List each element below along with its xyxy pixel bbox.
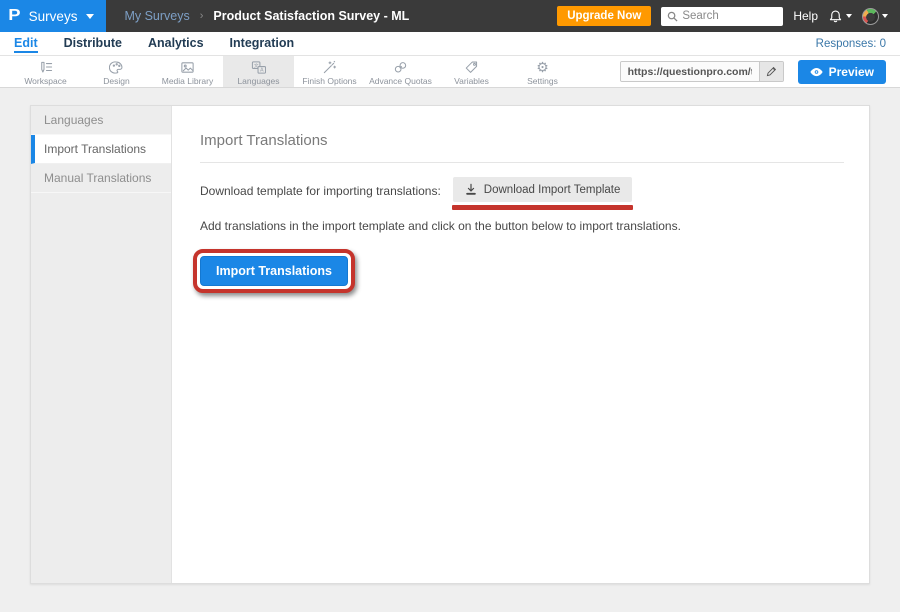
upgrade-now-button[interactable]: Upgrade Now <box>557 6 651 26</box>
pencil-icon <box>766 66 777 77</box>
svg-text:A: A <box>260 67 264 73</box>
sidebar-item-languages[interactable]: Languages <box>31 106 171 135</box>
breadcrumb-separator-icon: › <box>200 10 204 22</box>
media-library-icon <box>180 60 195 75</box>
languages-panel: Languages Import Translations Manual Tra… <box>30 105 870 584</box>
product-menu-label: Surveys <box>29 9 78 24</box>
breadcrumb-my-surveys[interactable]: My Surveys <box>124 9 189 23</box>
preview-button[interactable]: Preview <box>798 60 886 84</box>
annotation-underline <box>452 205 634 210</box>
search-icon <box>667 11 678 22</box>
tab-integration[interactable]: Integration <box>230 34 295 53</box>
bell-icon <box>828 9 843 24</box>
finish-options-icon <box>322 60 337 75</box>
download-import-template-button[interactable]: Download Import Template <box>453 177 633 202</box>
divider <box>200 162 844 163</box>
avatar <box>862 8 879 25</box>
toolbar-item-workspace[interactable]: Workspace <box>10 56 81 87</box>
workspace-icon <box>38 60 53 75</box>
search-input[interactable] <box>682 10 772 22</box>
import-translations-panel: Import Translations Download template fo… <box>172 106 869 583</box>
page-title: Import Translations <box>200 132 844 149</box>
languages-icon: 文A <box>251 60 266 75</box>
tab-distribute[interactable]: Distribute <box>64 34 122 53</box>
toolbar-item-finish-options[interactable]: Finish Options <box>294 56 365 87</box>
edit-url-button[interactable] <box>759 62 783 81</box>
sidebar-item-manual-translations[interactable]: Manual Translations <box>31 164 171 193</box>
variables-icon <box>464 60 479 75</box>
page-background: Languages Import Translations Manual Tra… <box>0 88 900 612</box>
tab-analytics[interactable]: Analytics <box>148 34 204 53</box>
breadcrumb: My Surveys › Product Satisfaction Survey… <box>124 0 409 32</box>
chevron-down-icon <box>882 14 888 18</box>
help-link[interactable]: Help <box>793 9 818 23</box>
global-search[interactable] <box>661 7 783 26</box>
advance-quotas-icon <box>393 60 408 75</box>
survey-toolbar: Workspace Design Media Library 文A Langua… <box>0 56 900 88</box>
product-switcher[interactable]: P Surveys <box>0 0 106 32</box>
section-nav: Edit Distribute Analytics Integration Re… <box>0 32 900 56</box>
settings-icon: ⚙ <box>536 60 549 75</box>
annotation-box: Import Translations <box>193 249 355 293</box>
instruction-text: Add translations in the import template … <box>200 219 844 233</box>
sidebar-item-import-translations[interactable]: Import Translations <box>31 135 171 164</box>
toolbar-item-settings[interactable]: ⚙ Settings <box>507 56 578 87</box>
toolbar-item-advance-quotas[interactable]: Advance Quotas <box>365 56 436 87</box>
top-header: P Surveys My Surveys › Product Satisfact… <box>0 0 900 32</box>
download-icon <box>465 183 477 196</box>
tab-edit[interactable]: Edit <box>14 34 38 53</box>
toolbar-item-design[interactable]: Design <box>81 56 152 87</box>
chevron-down-icon <box>86 14 94 19</box>
download-template-label: Download template for importing translat… <box>200 177 441 198</box>
survey-url-group <box>620 61 784 82</box>
notifications-menu[interactable] <box>828 9 852 24</box>
import-translations-button[interactable]: Import Translations <box>200 256 348 286</box>
toolbar-item-media-library[interactable]: Media Library <box>152 56 223 87</box>
download-annotation-wrapper: Download Import Template <box>453 177 633 210</box>
eye-icon <box>810 67 823 77</box>
languages-sidebar: Languages Import Translations Manual Tra… <box>31 106 172 583</box>
questionpro-logo-icon: P <box>8 8 20 24</box>
toolbar-item-languages[interactable]: 文A Languages <box>223 56 294 87</box>
survey-title: Product Satisfaction Survey - ML <box>213 9 409 23</box>
account-menu[interactable] <box>862 8 888 25</box>
design-icon <box>109 60 124 75</box>
chevron-down-icon <box>846 14 852 18</box>
survey-url-input[interactable] <box>621 62 759 81</box>
responses-count[interactable]: Responses: 0 <box>816 38 886 50</box>
toolbar-item-variables[interactable]: Variables <box>436 56 507 87</box>
